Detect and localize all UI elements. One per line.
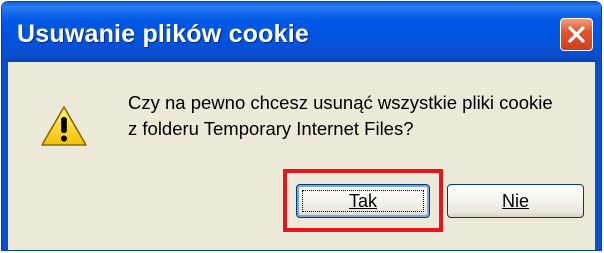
close-icon <box>568 26 585 43</box>
dialog-body: Czy na pewno chcesz usunąć wszystkie pli… <box>2 62 601 250</box>
highlight-box <box>283 169 443 232</box>
no-button[interactable]: Nie <box>447 184 584 218</box>
dialog-window: Usuwanie plików cookie Czy na pewno chce… <box>1 1 602 251</box>
no-button-label: Nie <box>501 191 529 211</box>
dialog-title: Usuwanie plików cookie <box>17 20 309 48</box>
dialog-message: Czy na pewno chcesz usunąć wszystkie pli… <box>128 90 553 142</box>
close-button[interactable] <box>560 18 593 51</box>
title-bar[interactable]: Usuwanie plików cookie <box>2 2 601 62</box>
warning-icon <box>41 106 87 146</box>
message-line-1: Czy na pewno chcesz usunąć wszystkie pli… <box>128 92 553 113</box>
message-line-2: z folderu Temporary Internet Files? <box>128 118 414 139</box>
